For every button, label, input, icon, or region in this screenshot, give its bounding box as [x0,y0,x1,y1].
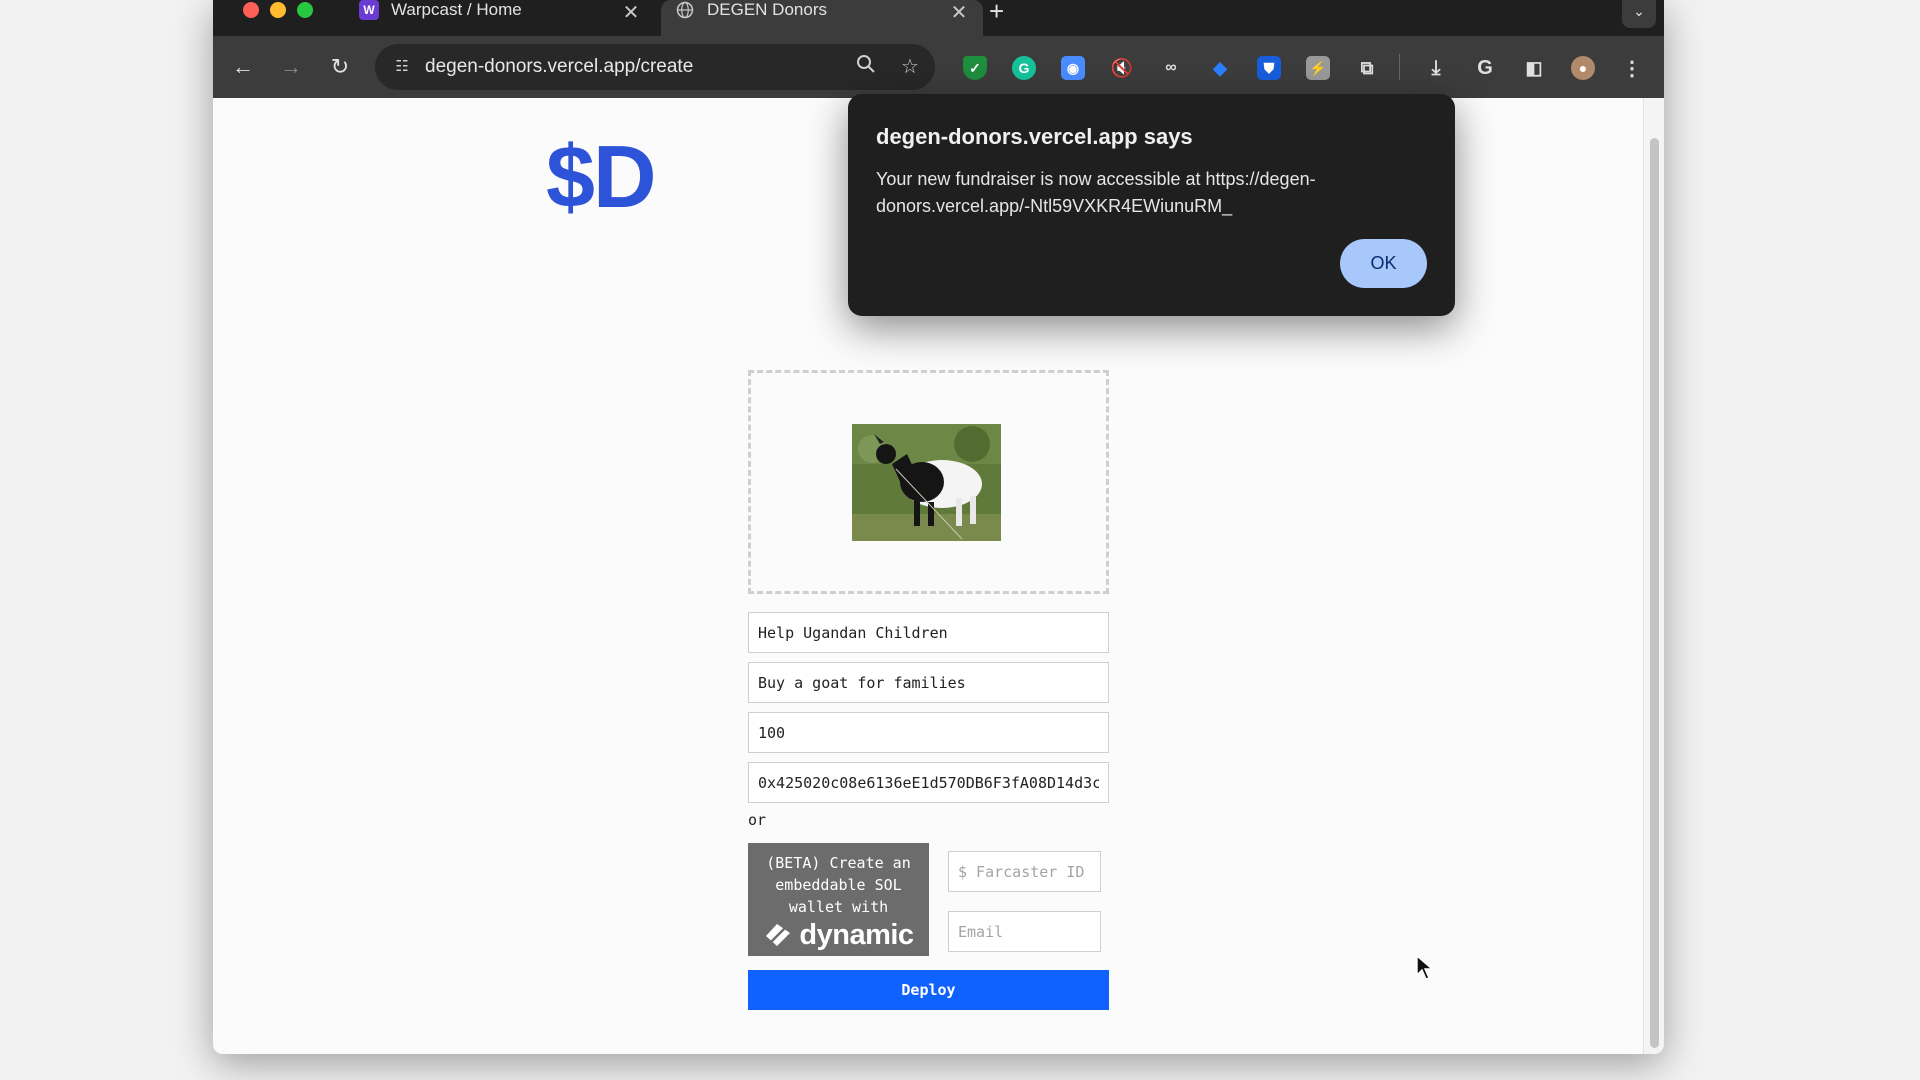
gem-extension-icon[interactable]: ◆ [1208,56,1232,80]
close-window-icon[interactable] [243,2,259,18]
warpcast-favicon-icon: W [359,0,379,20]
tab-title: Warpcast / Home [391,0,522,19]
tab-strip: W Warpcast / Home ✕ DEGEN Donors ✕ + ⌄ [213,0,1664,36]
side-panel-icon[interactable]: ◧ [1522,56,1546,80]
site-info-icon[interactable]: ☷ [389,54,415,80]
dynamic-brand-text: dynamic [799,919,914,951]
mouse-cursor-icon [1416,955,1434,980]
alert-dialog: degen-donors.vercel.app says Your new fu… [848,94,1455,316]
image-dropzone[interactable] [748,370,1109,594]
goat-image [852,424,1001,541]
deploy-button[interactable]: Deploy [748,970,1109,1010]
dynamic-logo: dynamic [748,919,929,951]
bitwarden-extension-icon[interactable]: ⛊ [1257,56,1281,80]
extensions-puzzle-icon[interactable]: ⧉ [1355,56,1379,80]
close-tab-icon[interactable]: ✕ [949,0,969,25]
url-text[interactable]: degen-donors.vercel.app/create [425,56,693,78]
scrollbar-thumb[interactable] [1650,138,1659,1048]
forward-arrow-icon[interactable]: → [276,52,306,82]
grammarly-extension-icon[interactable]: G [1012,56,1036,80]
toolbar-divider [1399,54,1400,80]
dialog-message: Your new fundraiser is now accessible at… [876,169,1316,216]
shield-extension-icon[interactable]: ✓ [963,56,987,80]
note-extension-icon[interactable]: ⚡ [1306,56,1330,80]
or-divider-text: or [748,811,767,829]
farcaster-id-field[interactable] [948,851,1101,892]
glasses-extension-icon[interactable]: ∞ [1159,56,1183,80]
download-icon[interactable]: ⤓ [1424,56,1448,80]
browser-window: W Warpcast / Home ✕ DEGEN Donors ✕ + ⌄ ←… [213,0,1664,1054]
minimize-window-icon[interactable] [270,2,286,18]
create-sol-wallet-button[interactable]: (BETA) Create an embeddable SOL wallet w… [748,843,929,956]
kebab-menu-icon[interactable]: ⋮ [1620,56,1644,80]
browser-toolbar: ← → ↻ ☷ degen-donors.vercel.app/create ☆… [213,36,1664,98]
profile-avatar[interactable]: ● [1571,56,1595,80]
new-tab-icon[interactable]: + [989,0,1004,27]
fundraiser-description-field[interactable] [748,662,1109,703]
zoom-icon[interactable] [853,54,879,80]
close-tab-icon[interactable]: ✕ [621,0,641,25]
mute-tab-icon[interactable]: 🔇 [1110,56,1134,80]
back-arrow-icon[interactable]: ← [228,52,258,82]
screen-record-extension-icon[interactable]: ◉ [1061,56,1085,80]
reload-icon[interactable]: ↻ [325,52,355,82]
bookmark-star-icon[interactable]: ☆ [897,54,923,80]
goal-amount-field[interactable] [748,712,1109,753]
globe-icon [675,0,695,20]
ok-button[interactable]: OK [1340,239,1427,288]
tab-search-chevron-icon[interactable]: ⌄ [1622,0,1656,28]
fundraiser-name-field[interactable] [748,612,1109,653]
dialog-title: degen-donors.vercel.app says [876,124,1193,149]
address-bar[interactable]: ☷ degen-donors.vercel.app/create ☆ [375,44,935,90]
email-field[interactable] [948,911,1101,952]
dynamic-logo-icon [766,924,791,946]
tab-title: DEGEN Donors [707,0,827,19]
tab-warpcast[interactable]: W Warpcast / Home ✕ [345,0,655,36]
maximize-window-icon[interactable] [297,2,313,18]
page-scrollbar[interactable] [1643,98,1664,1054]
site-logo: $D [546,127,656,226]
google-icon[interactable]: G [1473,56,1497,80]
beta-button-label: (BETA) Create an embeddable SOL wallet w… [766,854,911,916]
tab-degen-donors[interactable]: DEGEN Donors ✕ [661,0,983,36]
wallet-address-field[interactable] [748,762,1109,803]
